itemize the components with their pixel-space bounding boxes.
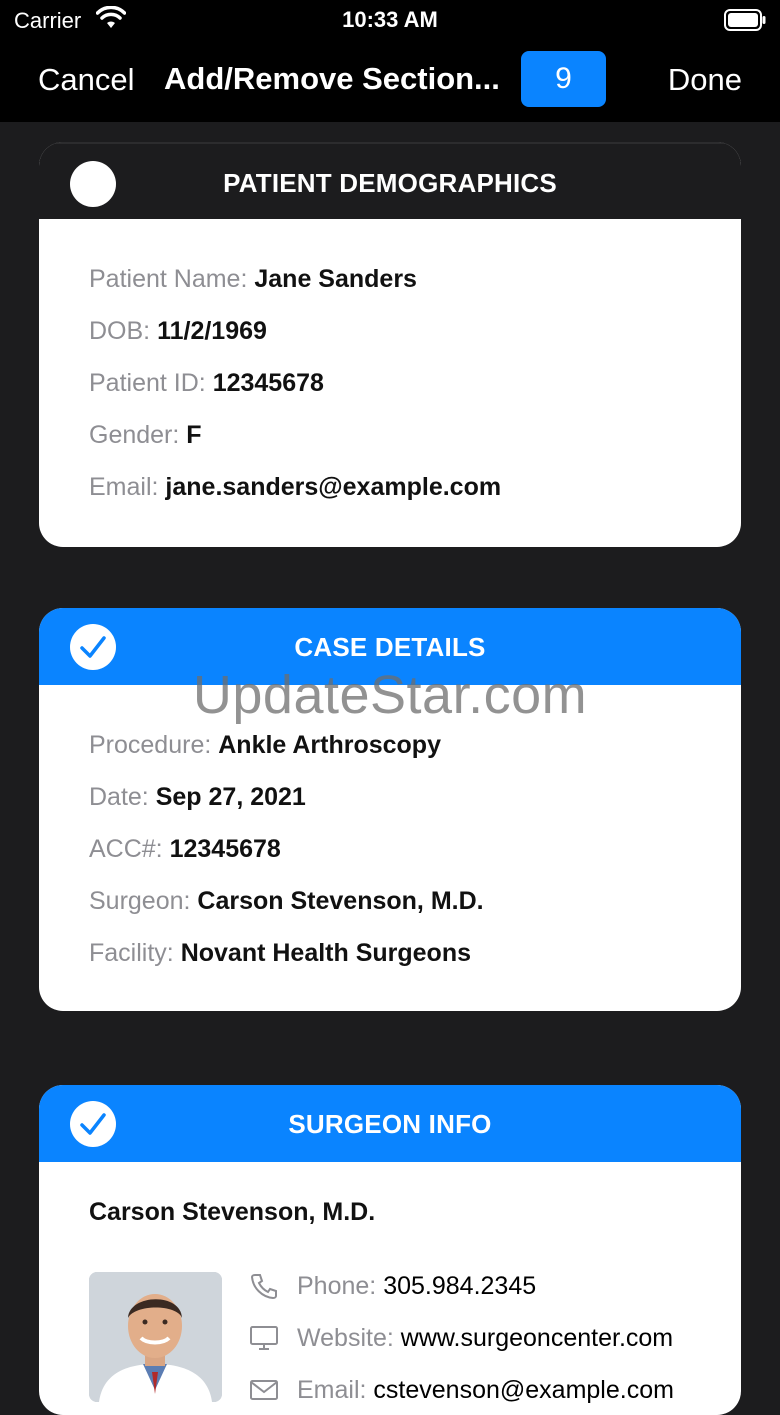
- field-value: Novant Health Surgeons: [180, 939, 472, 967]
- field-value: Sep 27, 2021: [155, 783, 306, 811]
- status-bar: Carrier 10:33 AM: [0, 0, 780, 40]
- selected-count-badge: 9: [521, 51, 606, 107]
- field-value: Jane Sanders: [254, 265, 417, 293]
- page-title: Add/Remove Section...: [164, 61, 500, 96]
- section-header[interactable]: PATIENT DEMOGRAPHICS: [39, 142, 741, 219]
- field-value: jane.sanders@example.com: [165, 473, 502, 501]
- phone-value: 305.984.2345: [383, 1272, 537, 1300]
- email-value: cstevenson@example.com: [373, 1376, 674, 1404]
- section-header[interactable]: SURGEON INFO: [39, 1085, 741, 1162]
- monitor-icon: [250, 1326, 278, 1350]
- field-label: Date:: [89, 783, 149, 811]
- field-value: 11/2/1969: [157, 317, 267, 345]
- website-label: Website:: [297, 1324, 394, 1352]
- surgeon-name: Carson Stevenson, M.D.: [89, 1198, 376, 1226]
- field-row: DOB: 11/2/1969: [89, 309, 691, 361]
- done-button[interactable]: Done: [668, 62, 742, 98]
- field-label: Patient ID:: [89, 369, 206, 397]
- field-row: ACC#: 12345678: [89, 827, 691, 879]
- field-row: Facility: Novant Health Surgeons: [89, 931, 691, 983]
- website-value: www.surgeoncenter.com: [400, 1324, 674, 1352]
- field-label: Patient Name:: [89, 265, 248, 293]
- field-label: Procedure:: [89, 731, 212, 759]
- field-label: Facility:: [89, 939, 174, 967]
- field-row: Patient ID: 12345678: [89, 361, 691, 413]
- field-value: F: [186, 421, 202, 449]
- field-value: Carson Stevenson, M.D.: [197, 887, 484, 915]
- field-value: Ankle Arthroscopy: [218, 731, 441, 759]
- watermark: UpdateStar.com: [192, 665, 588, 725]
- field-value: 12345678: [169, 835, 281, 863]
- section-title: SURGEON INFO: [288, 1109, 492, 1139]
- surgeon-photo: [89, 1272, 222, 1402]
- field-row: Patient Name: Jane Sanders: [89, 257, 691, 309]
- clock: 10:33 AM: [342, 7, 438, 32]
- field-row: Date: Sep 27, 2021: [89, 775, 691, 827]
- battery-icon: [724, 9, 766, 31]
- section-card-patient-demographics[interactable]: PATIENT DEMOGRAPHICS Patient Name: Jane …: [39, 142, 741, 547]
- field-label: ACC#:: [89, 835, 163, 863]
- field-row: Procedure: Ankle Arthroscopy: [89, 723, 691, 775]
- navigation-bar: Cancel Add/Remove Section... 9 Done: [0, 40, 780, 122]
- field-value: 12345678: [212, 369, 324, 397]
- field-label: Surgeon:: [89, 887, 191, 915]
- email-label: Email:: [297, 1376, 367, 1404]
- section-title: PATIENT DEMOGRAPHICS: [223, 168, 557, 198]
- field-row: Email: jane.sanders@example.com: [89, 465, 691, 517]
- section-card-surgeon-info[interactable]: SURGEON INFO Carson Stevenson, M.D. Phon…: [39, 1085, 741, 1415]
- field-label: Gender:: [89, 421, 180, 449]
- section-title: CASE DETAILS: [294, 632, 486, 662]
- field-label: DOB:: [89, 317, 151, 345]
- cancel-button[interactable]: Cancel: [38, 62, 135, 98]
- mail-icon: [250, 1380, 278, 1400]
- phone-icon: [250, 1274, 277, 1300]
- field-label: Email:: [89, 473, 159, 501]
- phone-label: Phone:: [297, 1272, 377, 1300]
- field-row: Gender: F: [89, 413, 691, 465]
- field-row: Surgeon: Carson Stevenson, M.D.: [89, 879, 691, 931]
